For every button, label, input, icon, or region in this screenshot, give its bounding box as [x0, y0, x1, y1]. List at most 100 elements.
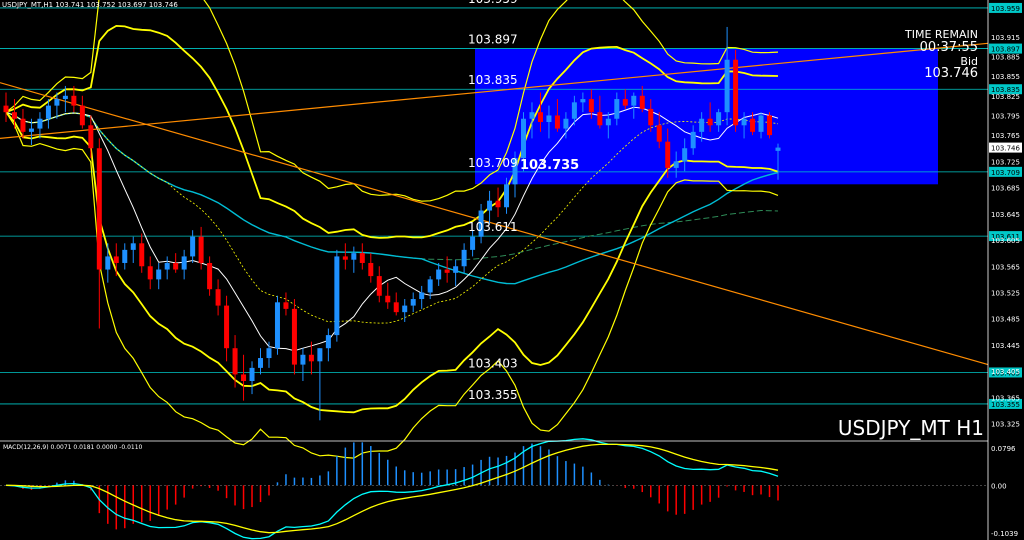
price-tick: 103.325 — [991, 421, 1020, 429]
candle-body — [504, 184, 510, 208]
level-tag-text: 103.897 — [991, 46, 1020, 54]
candle-body — [495, 200, 501, 208]
candle-body — [520, 118, 526, 159]
level-label: 103.611 — [468, 220, 518, 234]
candle-body — [487, 200, 493, 211]
candle-body — [156, 269, 162, 280]
candle-body — [631, 95, 637, 106]
candle-body — [597, 112, 603, 126]
candle-body — [198, 236, 204, 263]
candle-body — [130, 243, 136, 250]
candle-body — [359, 253, 365, 263]
candle-body — [470, 236, 476, 250]
candle-body — [173, 262, 179, 270]
price-tick: 103.365 — [991, 394, 1020, 402]
candle-body — [283, 302, 289, 309]
price-tick: 103.795 — [991, 112, 1020, 120]
price-tick: 103.525 — [991, 289, 1020, 297]
candle-body — [605, 118, 611, 126]
candle-body — [665, 141, 671, 168]
candle-body — [461, 249, 467, 267]
macd-tick: 0.0796 — [991, 445, 1016, 453]
candle-body — [707, 118, 713, 126]
candle-body — [716, 112, 722, 126]
candle-body — [88, 125, 94, 149]
candle-body — [20, 118, 26, 132]
level-label: 103.959 — [468, 0, 518, 6]
macd-label: MACD(12,26,9) 0.0071 0.0181 0.0000 -0.01… — [3, 444, 143, 451]
macd-tick: -0.1039 — [991, 530, 1018, 538]
candle-body — [563, 118, 569, 129]
candle-body — [325, 335, 331, 349]
level-label: 103.835 — [468, 73, 518, 87]
candle-body — [537, 112, 543, 123]
candle-body — [266, 348, 272, 359]
candle-body — [207, 262, 213, 290]
candle-body — [181, 256, 187, 270]
level-tag-text: 103.709 — [991, 169, 1020, 177]
candle-body — [402, 305, 408, 313]
candle-body — [588, 99, 594, 113]
candle-body — [639, 95, 645, 109]
price-chart: 103.959 103.897 103.835 103.709 103.611 103.4… — [0, 0, 1024, 540]
candle-body — [427, 279, 433, 293]
candle-body — [37, 118, 43, 129]
price-tick: 103.445 — [991, 342, 1020, 350]
zone-price-label: 103.735 — [520, 158, 579, 173]
candle-body — [215, 289, 221, 306]
candle-body — [368, 262, 374, 277]
candle-body — [699, 118, 705, 132]
candle-body — [682, 148, 688, 162]
candle-body — [614, 99, 620, 119]
symbol-header: USDJPY_MT,H1 103.741 103.752 103.697 103… — [2, 1, 178, 9]
candle-body — [164, 262, 170, 270]
candle-body — [554, 115, 560, 129]
candle-body — [241, 374, 247, 381]
candle-body — [3, 105, 9, 113]
candle-body — [673, 161, 679, 168]
candle-body — [122, 249, 128, 263]
candle-body — [334, 256, 340, 336]
candle-body — [444, 269, 450, 273]
candle-body — [105, 256, 111, 270]
candle-body — [147, 266, 153, 280]
candle-body — [733, 59, 739, 126]
candle-body — [546, 115, 552, 123]
candle-body — [11, 112, 17, 119]
candle-body — [385, 295, 391, 303]
candle-body — [62, 95, 68, 100]
candle-body — [410, 299, 416, 306]
candle-body — [79, 105, 85, 126]
candle-body — [690, 131, 696, 149]
candle-body — [342, 256, 348, 260]
macd-tick: 0.00 — [991, 482, 1007, 490]
price-tick: 103.645 — [991, 211, 1020, 219]
candle-body — [45, 105, 51, 119]
candle-body — [453, 266, 459, 273]
level-label: 103.709 — [468, 156, 518, 170]
candle-body — [54, 99, 60, 106]
time-remain-value: 00:37:55 — [919, 40, 978, 55]
price-tick: 103.565 — [991, 263, 1020, 271]
candle-body — [580, 99, 586, 103]
price-tick: 103.765 — [991, 132, 1020, 140]
candle-body — [767, 115, 773, 136]
current-price-text: 103.746 — [991, 145, 1020, 153]
candle-body — [436, 269, 442, 280]
candle-body — [232, 348, 238, 375]
candle-body — [393, 302, 399, 313]
candle-body — [419, 292, 425, 300]
level-label: 103.355 — [468, 388, 518, 402]
candle-body — [656, 125, 662, 142]
candle-body — [648, 108, 654, 126]
level-label: 103.897 — [468, 33, 518, 47]
candle-body — [71, 95, 77, 106]
price-tick: 103.885 — [991, 53, 1020, 61]
candle-body — [113, 256, 119, 263]
price-tick: 103.405 — [991, 368, 1020, 376]
candle-body — [351, 253, 357, 260]
candle-body — [571, 102, 577, 119]
candle-body — [724, 59, 730, 113]
candle-body — [291, 308, 297, 365]
candle-body — [96, 148, 102, 270]
